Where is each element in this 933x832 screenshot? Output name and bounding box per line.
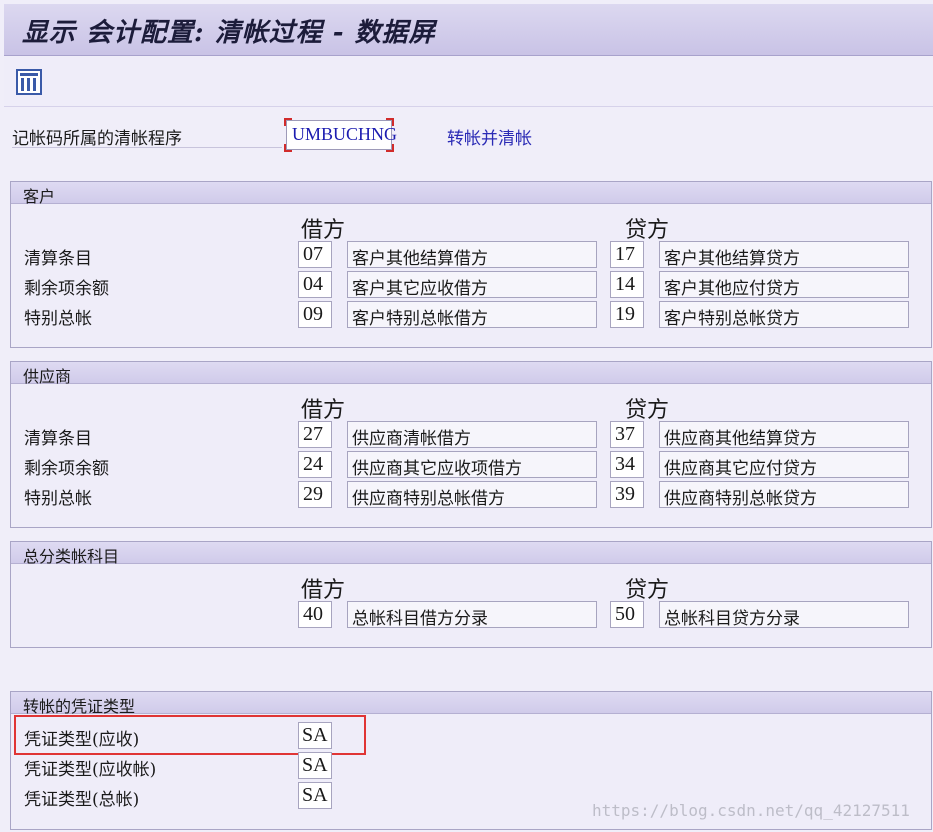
vendor-group-title: 供应商 bbox=[11, 362, 931, 386]
customer-credit-key[interactable]: 14 bbox=[610, 271, 644, 298]
vendor-credit-key[interactable]: 34 bbox=[610, 451, 644, 478]
gl-debit-key[interactable]: 40 bbox=[298, 601, 332, 628]
gl-credit-header: 贷方 bbox=[625, 578, 670, 603]
vendor-group: 供应商 借方 贷方 清算条目 27 供应商清帐借方 37 供应商其他结算贷方 剩… bbox=[10, 361, 932, 528]
vendor-debit-desc: 供应商清帐借方 bbox=[347, 421, 597, 448]
clearing-program-desc: 转帐并清帐 bbox=[447, 129, 532, 149]
gl-account-group: 总分类帐科目 借方 贷方 40 总帐科目借方分录 50 总帐科目贷方分录 bbox=[10, 541, 932, 648]
vendor-debit-key[interactable]: 29 bbox=[298, 481, 332, 508]
gl-debit-desc: 总帐科目借方分录 bbox=[347, 601, 597, 628]
vendor-row-label: 特别总帐 bbox=[24, 489, 92, 509]
customer-row-label: 特别总帐 bbox=[24, 309, 92, 329]
customer-row-label: 清算条目 bbox=[24, 249, 92, 269]
customer-credit-desc: 客户特别总帐贷方 bbox=[659, 301, 909, 328]
doc-type-label: 凭证类型(应收) bbox=[24, 730, 140, 750]
vendor-credit-key[interactable]: 37 bbox=[610, 421, 644, 448]
customer-debit-key[interactable]: 09 bbox=[298, 301, 332, 328]
vendor-debit-desc: 供应商特别总帐借方 bbox=[347, 481, 597, 508]
vendor-debit-key[interactable]: 24 bbox=[298, 451, 332, 478]
doc-type-field[interactable]: SA bbox=[298, 752, 332, 779]
customer-credit-key[interactable]: 19 bbox=[610, 301, 644, 328]
clearing-program-field[interactable]: UMBUCHNG bbox=[284, 118, 397, 152]
doc-type-group-title: 转帐的凭证类型 bbox=[11, 692, 931, 716]
customer-credit-desc: 客户其他应付贷方 bbox=[659, 271, 909, 298]
clearing-program-label: 记帐码所属的清帐程序 bbox=[12, 124, 282, 149]
title-bar: 显示 会计配置: 清帐过程 - 数据屏 bbox=[4, 4, 933, 56]
customer-group: 客户 借方 贷方 清算条目 07 客户其他结算借方 17 客户其他结算贷方 剩余… bbox=[10, 181, 932, 348]
customer-debit-key[interactable]: 07 bbox=[298, 241, 332, 268]
doc-type-field[interactable]: SA bbox=[298, 782, 332, 809]
vendor-row-label: 清算条目 bbox=[24, 429, 92, 449]
customer-credit-key[interactable]: 17 bbox=[610, 241, 644, 268]
gl-group-title: 总分类帐科目 bbox=[11, 542, 931, 566]
vendor-debit-header: 借方 bbox=[301, 398, 346, 423]
customer-debit-key[interactable]: 04 bbox=[298, 271, 332, 298]
customer-debit-desc: 客户特别总帐借方 bbox=[347, 301, 597, 328]
customer-group-title: 客户 bbox=[11, 182, 931, 206]
vendor-credit-header: 贷方 bbox=[625, 398, 670, 423]
gl-debit-header: 借方 bbox=[301, 578, 346, 603]
table-settings-icon[interactable] bbox=[16, 69, 42, 95]
doc-type-label: 凭证类型(应收帐) bbox=[24, 760, 157, 780]
clearing-program-value: UMBUCHNG bbox=[292, 124, 398, 144]
gl-credit-key[interactable]: 50 bbox=[610, 601, 644, 628]
doc-type-label: 凭证类型(总帐) bbox=[24, 790, 140, 810]
vendor-credit-desc: 供应商其他结算贷方 bbox=[659, 421, 909, 448]
customer-debit-desc: 客户其它应收借方 bbox=[347, 271, 597, 298]
customer-credit-desc: 客户其他结算贷方 bbox=[659, 241, 909, 268]
vendor-credit-desc: 供应商其它应付贷方 bbox=[659, 451, 909, 478]
customer-debit-desc: 客户其他结算借方 bbox=[347, 241, 597, 268]
vendor-debit-key[interactable]: 27 bbox=[298, 421, 332, 448]
customer-credit-header: 贷方 bbox=[625, 218, 670, 243]
vendor-credit-key[interactable]: 39 bbox=[610, 481, 644, 508]
toolbar bbox=[4, 57, 933, 107]
vendor-debit-desc: 供应商其它应收项借方 bbox=[347, 451, 597, 478]
vendor-row-label: 剩余项余额 bbox=[24, 459, 109, 479]
vendor-credit-desc: 供应商特别总帐贷方 bbox=[659, 481, 909, 508]
customer-debit-header: 借方 bbox=[301, 218, 346, 243]
gl-credit-desc: 总帐科目贷方分录 bbox=[659, 601, 909, 628]
customer-row-label: 剩余项余额 bbox=[24, 279, 109, 299]
watermark: https://blog.csdn.net/qq_42127511 bbox=[592, 801, 910, 820]
doc-type-field[interactable]: SA bbox=[298, 722, 332, 749]
window-title: 显示 会计配置: 清帐过程 - 数据屏 bbox=[22, 18, 436, 48]
